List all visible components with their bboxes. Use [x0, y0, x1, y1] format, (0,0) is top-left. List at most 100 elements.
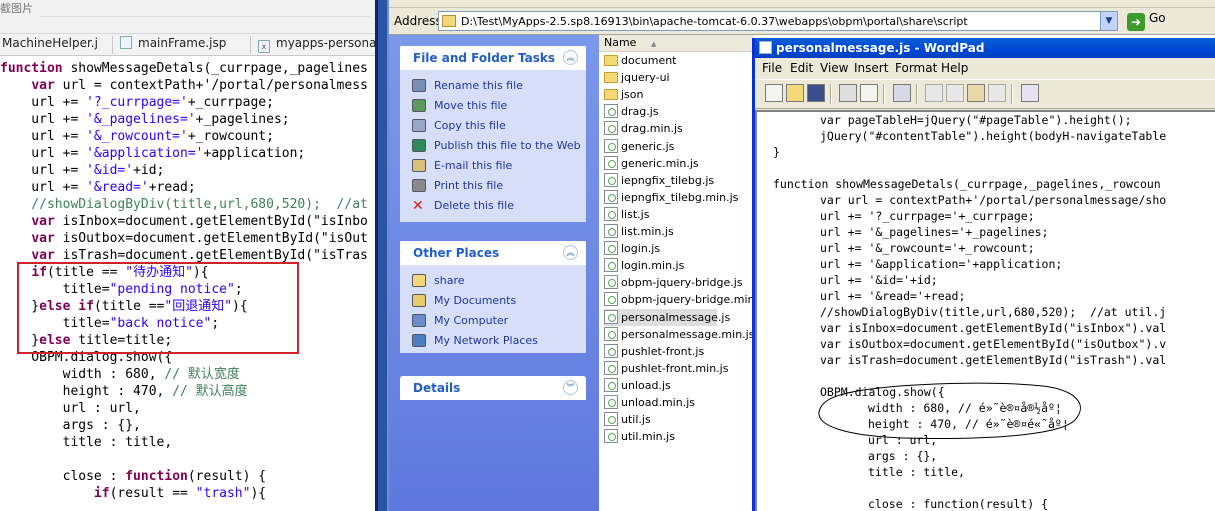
task-link[interactable]: Publish this file to the Web — [412, 136, 586, 156]
cut-icon[interactable] — [925, 84, 943, 102]
file-name: login.js — [621, 242, 661, 256]
code-line: function showMessageDetals(_currpage,_pa… — [0, 61, 368, 76]
my-documents-icon — [412, 294, 426, 307]
tab-myapps-personal[interactable]: x myapps-persona — [250, 36, 375, 55]
file-item[interactable]: drag.js — [604, 103, 659, 120]
task-link[interactable]: Rename this file — [412, 76, 586, 96]
insert-object-icon[interactable] — [1021, 84, 1039, 102]
file-item[interactable]: obpm-jquery-bridge.js — [604, 274, 743, 291]
file-item[interactable]: unload.js — [604, 377, 671, 394]
js-file-icon — [604, 395, 618, 409]
task-link[interactable]: ✕ Delete this file — [412, 196, 586, 216]
explorer-toolbar — [389, 0, 1215, 8]
file-item[interactable]: login.js — [604, 240, 660, 257]
new-icon[interactable] — [765, 84, 783, 102]
file-item[interactable]: jquery-ui — [604, 69, 670, 86]
open-icon[interactable] — [786, 84, 804, 102]
document-line: close : function(result) { — [868, 497, 1049, 511]
panel-title: Details — [413, 381, 461, 395]
file-item[interactable]: generic.js — [604, 138, 674, 155]
file-item[interactable]: pushlet-front.js — [604, 343, 704, 360]
tab-separator — [250, 36, 251, 54]
panel-header[interactable]: File and Folder Tasks ︽ — [400, 46, 586, 70]
document-line: function showMessageDetals(_currpage,_pa… — [773, 177, 1161, 191]
menu-edit[interactable]: Edit — [790, 61, 813, 75]
wordpad-titlebar[interactable]: personalmessage.js - WordPad — [755, 38, 1215, 58]
chevron-down-icon[interactable]: ▼ — [1100, 12, 1117, 30]
file-item[interactable]: unload.min.js — [604, 394, 695, 411]
undo-icon[interactable] — [988, 84, 1006, 102]
file-item[interactable]: obpm-jquery-bridge.min.js — [604, 291, 767, 308]
js-file-icon — [604, 377, 618, 392]
paste-icon[interactable] — [967, 84, 985, 102]
file-item[interactable]: personalmessage.js — [604, 308, 730, 326]
wordpad-icon — [759, 41, 772, 54]
find-icon[interactable] — [893, 84, 911, 102]
menu-view[interactable]: View — [820, 61, 848, 75]
file-item[interactable]: list.min.js — [604, 223, 674, 240]
file-item[interactable]: util.js — [604, 411, 651, 428]
tab-label: mainFrame.jsp — [138, 36, 227, 50]
file-name: unload.min.js — [621, 396, 695, 409]
address-bar: Address D:\Test\MyApps-2.5.sp8.16913\bin… — [389, 8, 1215, 35]
task-link[interactable]: Move this file — [412, 96, 586, 116]
collapse-icon[interactable]: ︽ — [563, 50, 578, 65]
menu-file[interactable]: File — [762, 61, 782, 75]
task-link[interactable]: Print this file — [412, 176, 586, 196]
folder-icon — [412, 274, 426, 287]
document-line: args : {}, — [868, 449, 938, 463]
file-item[interactable]: drag.min.js — [604, 120, 683, 137]
name-column-header[interactable]: Name ▲ — [599, 35, 754, 52]
file-item[interactable]: json — [604, 86, 644, 103]
menu-help[interactable]: Help — [941, 61, 968, 75]
panel-header[interactable]: Other Places ︽ — [400, 241, 586, 265]
task-label: Move this file — [434, 99, 508, 112]
tab-mainframe[interactable]: mainFrame.jsp — [112, 36, 227, 55]
my-computer-icon — [412, 314, 426, 327]
js-file-icon — [604, 292, 618, 307]
menu-insert[interactable]: Insert — [854, 61, 888, 75]
file-item[interactable]: pushlet-front.min.js — [604, 360, 728, 377]
js-file-icon — [604, 258, 618, 273]
save-icon[interactable] — [807, 84, 825, 102]
file-name: document — [621, 54, 677, 67]
toolbar-separator — [1011, 84, 1013, 104]
task-link[interactable]: My Documents — [412, 291, 586, 311]
js-file-icon — [604, 275, 618, 290]
file-item[interactable]: login.min.js — [604, 257, 684, 274]
tab-machinehelper[interactable]: MachineHelper.j — [0, 36, 98, 55]
file-item[interactable]: util.min.js — [604, 428, 675, 445]
file-item[interactable]: list.js — [604, 206, 649, 223]
task-link[interactable]: share — [412, 271, 586, 291]
print-preview-icon[interactable] — [860, 84, 878, 102]
wordpad-document[interactable]: var pageTableH=jQuery("#pageTable").heig… — [755, 110, 1215, 511]
task-link[interactable]: E-mail this file — [412, 156, 586, 176]
go-button[interactable]: ➜ Go — [1127, 11, 1177, 31]
task-pane: File and Folder Tasks ︽ Rename this file M… — [389, 35, 599, 511]
print-icon[interactable] — [839, 84, 857, 102]
xml-file-icon: x — [258, 40, 270, 53]
task-link[interactable]: My Network Places — [412, 331, 586, 351]
expand-icon[interactable]: ︾ — [563, 380, 578, 395]
address-input[interactable]: D:\Test\MyApps-2.5.sp8.16913\bin\apache-… — [438, 11, 1118, 31]
folder-icon — [604, 72, 618, 84]
panel-title: Other Places — [413, 246, 500, 260]
file-item[interactable]: document — [604, 52, 677, 69]
column-label: Name — [604, 36, 637, 49]
copy-icon[interactable] — [946, 84, 964, 102]
menu-format[interactable]: Format — [895, 61, 937, 75]
copy-icon — [412, 119, 426, 132]
code-line: var isInbox=document.getElementById("isI… — [31, 214, 368, 229]
panel-title: File and Folder Tasks — [413, 51, 556, 65]
panel-header[interactable]: Details ︾ — [400, 376, 586, 400]
collapse-icon[interactable]: ︽ — [563, 245, 578, 260]
document-line: url += '&read='+read; — [820, 289, 966, 303]
file-item[interactable]: iepngfix_tilebg.min.js — [604, 189, 738, 206]
file-item[interactable]: personalmessage.min.js — [604, 326, 754, 343]
file-item[interactable]: generic.min.js — [604, 155, 699, 172]
delete-icon: ✕ — [412, 198, 424, 214]
task-link[interactable]: My Computer — [412, 311, 586, 331]
task-link[interactable]: Copy this file — [412, 116, 586, 136]
file-item[interactable]: iepngfix_tilebg.js — [604, 172, 714, 189]
js-file-icon — [604, 326, 618, 341]
